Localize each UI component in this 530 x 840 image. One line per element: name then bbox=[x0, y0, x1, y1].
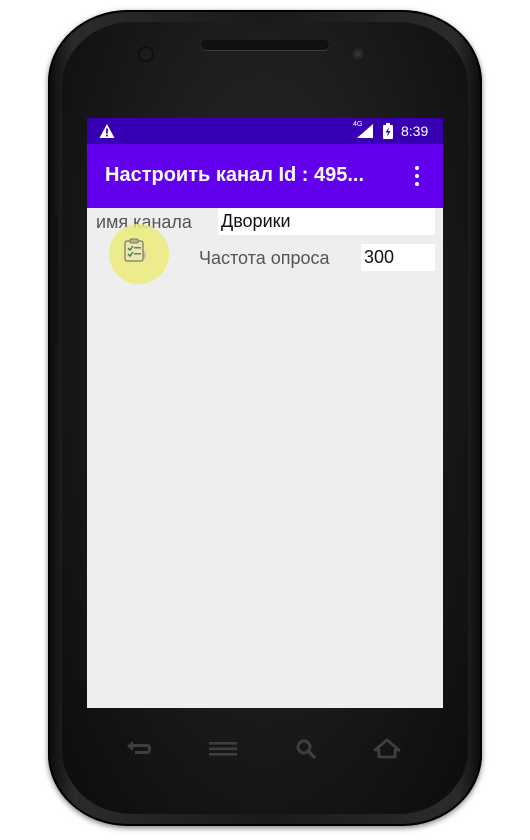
overflow-menu-button[interactable] bbox=[405, 164, 429, 188]
poll-rate-label: Частота опроса bbox=[199, 248, 330, 268]
channel-name-input[interactable]: Дворики bbox=[218, 208, 435, 235]
clipboard-check-icon[interactable] bbox=[123, 238, 145, 262]
volume-key[interactable] bbox=[52, 215, 58, 345]
front-camera bbox=[350, 46, 366, 62]
back-icon[interactable] bbox=[123, 738, 155, 760]
poll-rate-input[interactable]: 300 bbox=[361, 244, 435, 271]
system-nav-bar bbox=[87, 708, 443, 788]
app-bar: Настроить канал Id : 495... bbox=[87, 144, 443, 208]
home-icon[interactable] bbox=[371, 738, 403, 760]
device-screen: 4G 8:39 Настроить канал Id : 495... имя … bbox=[87, 118, 443, 708]
page-title: Настроить канал Id : 495... bbox=[105, 164, 365, 186]
battery-charging-icon bbox=[383, 123, 393, 139]
warning-icon bbox=[99, 124, 115, 138]
status-bar: 4G 8:39 bbox=[87, 118, 443, 144]
status-clock: 8:39 bbox=[401, 123, 429, 139]
proximity-sensor bbox=[140, 48, 152, 60]
signal-icon bbox=[357, 124, 373, 138]
more-vert-icon bbox=[415, 166, 419, 170]
light-sensor bbox=[165, 50, 173, 58]
menu-icon[interactable] bbox=[207, 738, 239, 760]
earpiece-speaker bbox=[201, 40, 329, 50]
search-icon[interactable] bbox=[291, 738, 323, 760]
